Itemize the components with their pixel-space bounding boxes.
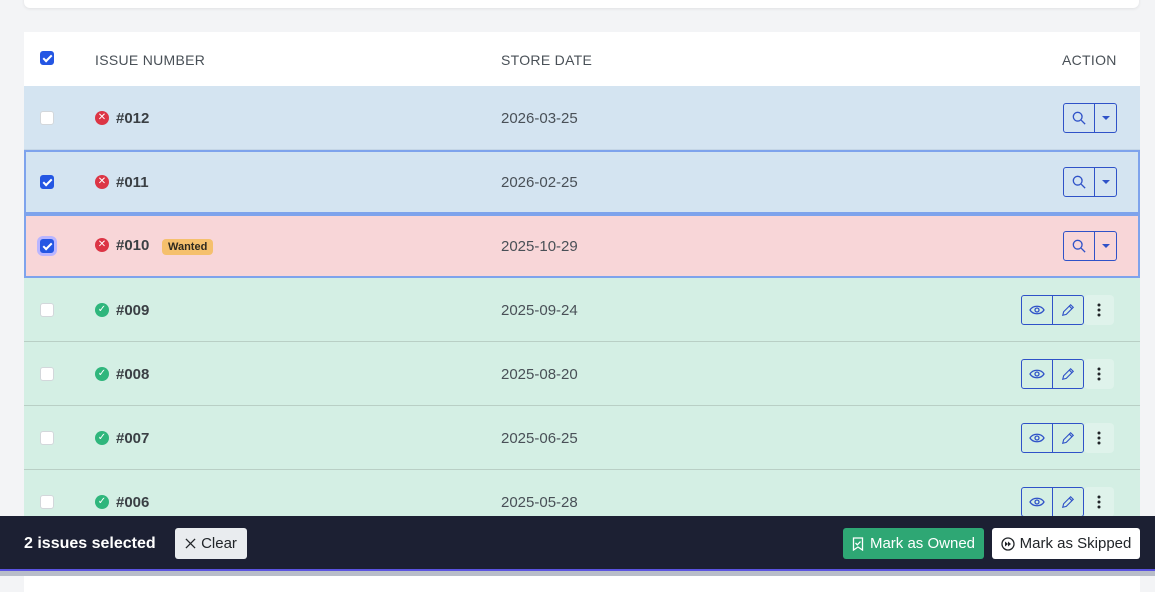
table-header: ISSUE NUMBER STORE DATE ACTION [24, 32, 1140, 87]
x-circle-icon: ✕ [95, 111, 109, 125]
search-icon [1072, 111, 1086, 125]
more-options-button[interactable] [1084, 423, 1114, 453]
kebab-menu-icon [1097, 495, 1101, 509]
row-checkbox[interactable] [40, 239, 54, 253]
check-circle-icon: ✓ [95, 303, 109, 317]
pencil-icon [1061, 495, 1075, 509]
eye-icon [1029, 305, 1045, 315]
table-row: ✓ #009 2025-09-24 [24, 278, 1140, 342]
check-circle-icon: ✓ [95, 495, 109, 509]
dropdown-toggle[interactable] [1095, 103, 1117, 133]
row-actions [1021, 487, 1084, 517]
header-store-date: STORE DATE [501, 52, 593, 68]
x-circle-icon: ✕ [95, 175, 109, 189]
caret-down-icon [1101, 180, 1110, 184]
eye-icon [1029, 497, 1045, 507]
issue-number: #010 [116, 237, 150, 254]
issue-number: #007 [116, 430, 150, 447]
eye-icon [1029, 369, 1045, 379]
mark-owned-label: Mark as Owned [869, 535, 976, 552]
search-button[interactable] [1063, 103, 1095, 133]
issue-number: #006 [116, 494, 150, 511]
pencil-icon [1061, 367, 1075, 381]
issue-number: #009 [116, 302, 150, 319]
eye-icon [1029, 433, 1045, 443]
pencil-icon [1061, 431, 1075, 445]
edit-button[interactable] [1052, 359, 1084, 389]
view-button[interactable] [1021, 487, 1053, 517]
close-icon [185, 538, 196, 549]
search-button[interactable] [1063, 167, 1095, 197]
issue-number: #012 [116, 110, 150, 127]
edit-button[interactable] [1052, 487, 1084, 517]
edit-button[interactable] [1052, 423, 1084, 453]
row-actions [1063, 231, 1117, 261]
store-date: 2025-08-20 [501, 366, 578, 383]
header-issue-number: ISSUE NUMBER [95, 52, 206, 68]
search-icon [1072, 239, 1086, 253]
kebab-menu-icon [1097, 303, 1101, 317]
row-checkbox[interactable] [40, 303, 54, 317]
row-checkbox[interactable] [40, 495, 54, 509]
store-date: 2025-05-28 [501, 494, 578, 511]
mark-skipped-button[interactable]: Mark as Skipped [992, 528, 1140, 559]
issue-number: #008 [116, 366, 150, 383]
top-card [24, 0, 1139, 8]
store-date: 2026-02-25 [501, 174, 578, 191]
view-button[interactable] [1021, 359, 1053, 389]
more-options-button[interactable] [1084, 487, 1114, 517]
table-row: ✓ #008 2025-08-20 [24, 342, 1140, 406]
row-checkbox[interactable] [40, 431, 54, 445]
row-actions [1021, 359, 1084, 389]
dropdown-toggle[interactable] [1095, 231, 1117, 261]
search-button[interactable] [1063, 231, 1095, 261]
row-checkbox[interactable] [40, 111, 54, 125]
row-actions [1021, 295, 1084, 325]
kebab-menu-icon [1097, 367, 1101, 381]
table-row: ✕ #010 Wanted 2025-10-29 [24, 214, 1140, 278]
mark-owned-button[interactable]: Mark as Owned [843, 528, 984, 559]
caret-down-icon [1101, 244, 1110, 248]
store-date: 2025-06-25 [501, 430, 578, 447]
wanted-badge: Wanted [162, 239, 214, 255]
more-options-button[interactable] [1084, 359, 1114, 389]
clear-button[interactable]: Clear [175, 528, 247, 559]
check-circle-icon: ✓ [95, 367, 109, 381]
bookmark-check-icon [852, 536, 864, 551]
x-circle-icon: ✕ [95, 238, 109, 252]
row-actions [1021, 423, 1084, 453]
mark-skipped-label: Mark as Skipped [1019, 535, 1132, 552]
table-row: ✓ #007 2025-06-25 [24, 406, 1140, 470]
header-action: ACTION [1062, 52, 1117, 68]
store-date: 2025-09-24 [501, 302, 578, 319]
row-actions [1063, 167, 1117, 197]
pencil-icon [1061, 303, 1075, 317]
edit-button[interactable] [1052, 295, 1084, 325]
row-checkbox[interactable] [40, 175, 54, 189]
bulk-action-bar: 2 issues selected Clear Mark as Owned Ma… [0, 516, 1155, 570]
issues-table: ISSUE NUMBER STORE DATE ACTION ✕ #012 20… [24, 32, 1140, 592]
store-date: 2026-03-25 [501, 110, 578, 127]
view-button[interactable] [1021, 295, 1053, 325]
kebab-menu-icon [1097, 431, 1101, 445]
row-actions [1063, 103, 1117, 133]
view-button[interactable] [1021, 423, 1053, 453]
caret-down-icon [1101, 116, 1110, 120]
table-row: ✕ #012 2026-03-25 [24, 86, 1140, 150]
check-circle-icon: ✓ [95, 431, 109, 445]
selected-count: 2 issues selected [24, 535, 156, 552]
select-all-checkbox[interactable] [40, 51, 54, 65]
row-checkbox[interactable] [40, 367, 54, 381]
dropdown-toggle[interactable] [1095, 167, 1117, 197]
clear-label: Clear [201, 535, 237, 552]
issue-number: #011 [116, 174, 149, 191]
search-icon [1072, 175, 1086, 189]
bottom-strip [0, 569, 1155, 576]
more-options-button[interactable] [1084, 295, 1114, 325]
store-date: 2025-10-29 [501, 238, 578, 255]
skip-icon [1000, 536, 1015, 551]
table-row: ✕ #011 2026-02-25 [24, 150, 1140, 214]
